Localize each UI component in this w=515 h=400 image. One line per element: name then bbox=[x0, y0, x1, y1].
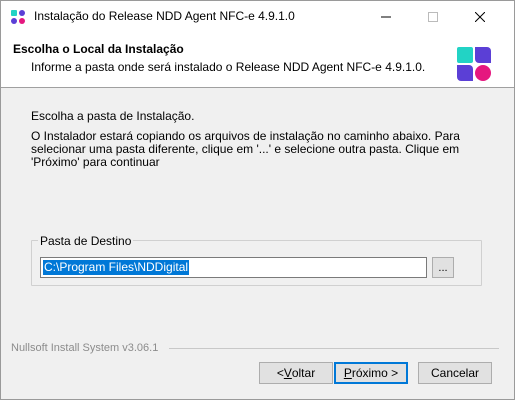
back-prefix: < bbox=[276, 366, 284, 380]
nsis-branding: Nullsoft Install System v3.06.1 bbox=[11, 342, 159, 354]
minimize-icon bbox=[381, 16, 391, 17]
destination-path-value: C:\Program Files\NDDigital bbox=[43, 260, 190, 275]
installer-window: Instalação do Release NDD Agent NFC-e 4.… bbox=[0, 0, 515, 400]
close-button[interactable] bbox=[457, 1, 503, 32]
maximize-icon bbox=[428, 11, 438, 22]
minimize-button[interactable] bbox=[363, 1, 409, 32]
page-header: Escolha o Local da Instalação Informe a … bbox=[1, 32, 514, 88]
next-label-rest: róximo > bbox=[351, 366, 399, 380]
description-text: O Instalador estará copiando os arquivos… bbox=[31, 129, 460, 169]
app-logo-icon bbox=[11, 10, 25, 24]
window-title: Instalação do Release NDD Agent NFC-e 4.… bbox=[34, 9, 295, 23]
page-subtitle: Informe a pasta onde será instalado o Re… bbox=[31, 60, 426, 74]
footer-divider bbox=[169, 348, 499, 349]
ndd-logo-icon bbox=[457, 47, 491, 81]
back-accelerator: V bbox=[283, 366, 292, 380]
back-button[interactable]: < Voltar bbox=[259, 362, 333, 384]
close-icon bbox=[475, 11, 485, 22]
next-button[interactable]: Próximo > bbox=[334, 362, 408, 384]
cancel-button[interactable]: Cancelar bbox=[418, 362, 492, 384]
page-title: Escolha o Local da Instalação bbox=[13, 42, 184, 56]
destination-path-input[interactable]: C:\Program Files\NDDigital bbox=[40, 257, 427, 278]
destination-group-label: Pasta de Destino bbox=[38, 234, 134, 248]
next-accelerator: P bbox=[343, 366, 352, 380]
maximize-button bbox=[410, 1, 456, 32]
back-label-rest: oltar bbox=[291, 366, 316, 380]
intro-text: Escolha a pasta de Instalação. bbox=[31, 109, 195, 123]
browse-button[interactable]: ... bbox=[432, 257, 454, 278]
title-bar[interactable]: Instalação do Release NDD Agent NFC-e 4.… bbox=[1, 1, 514, 32]
